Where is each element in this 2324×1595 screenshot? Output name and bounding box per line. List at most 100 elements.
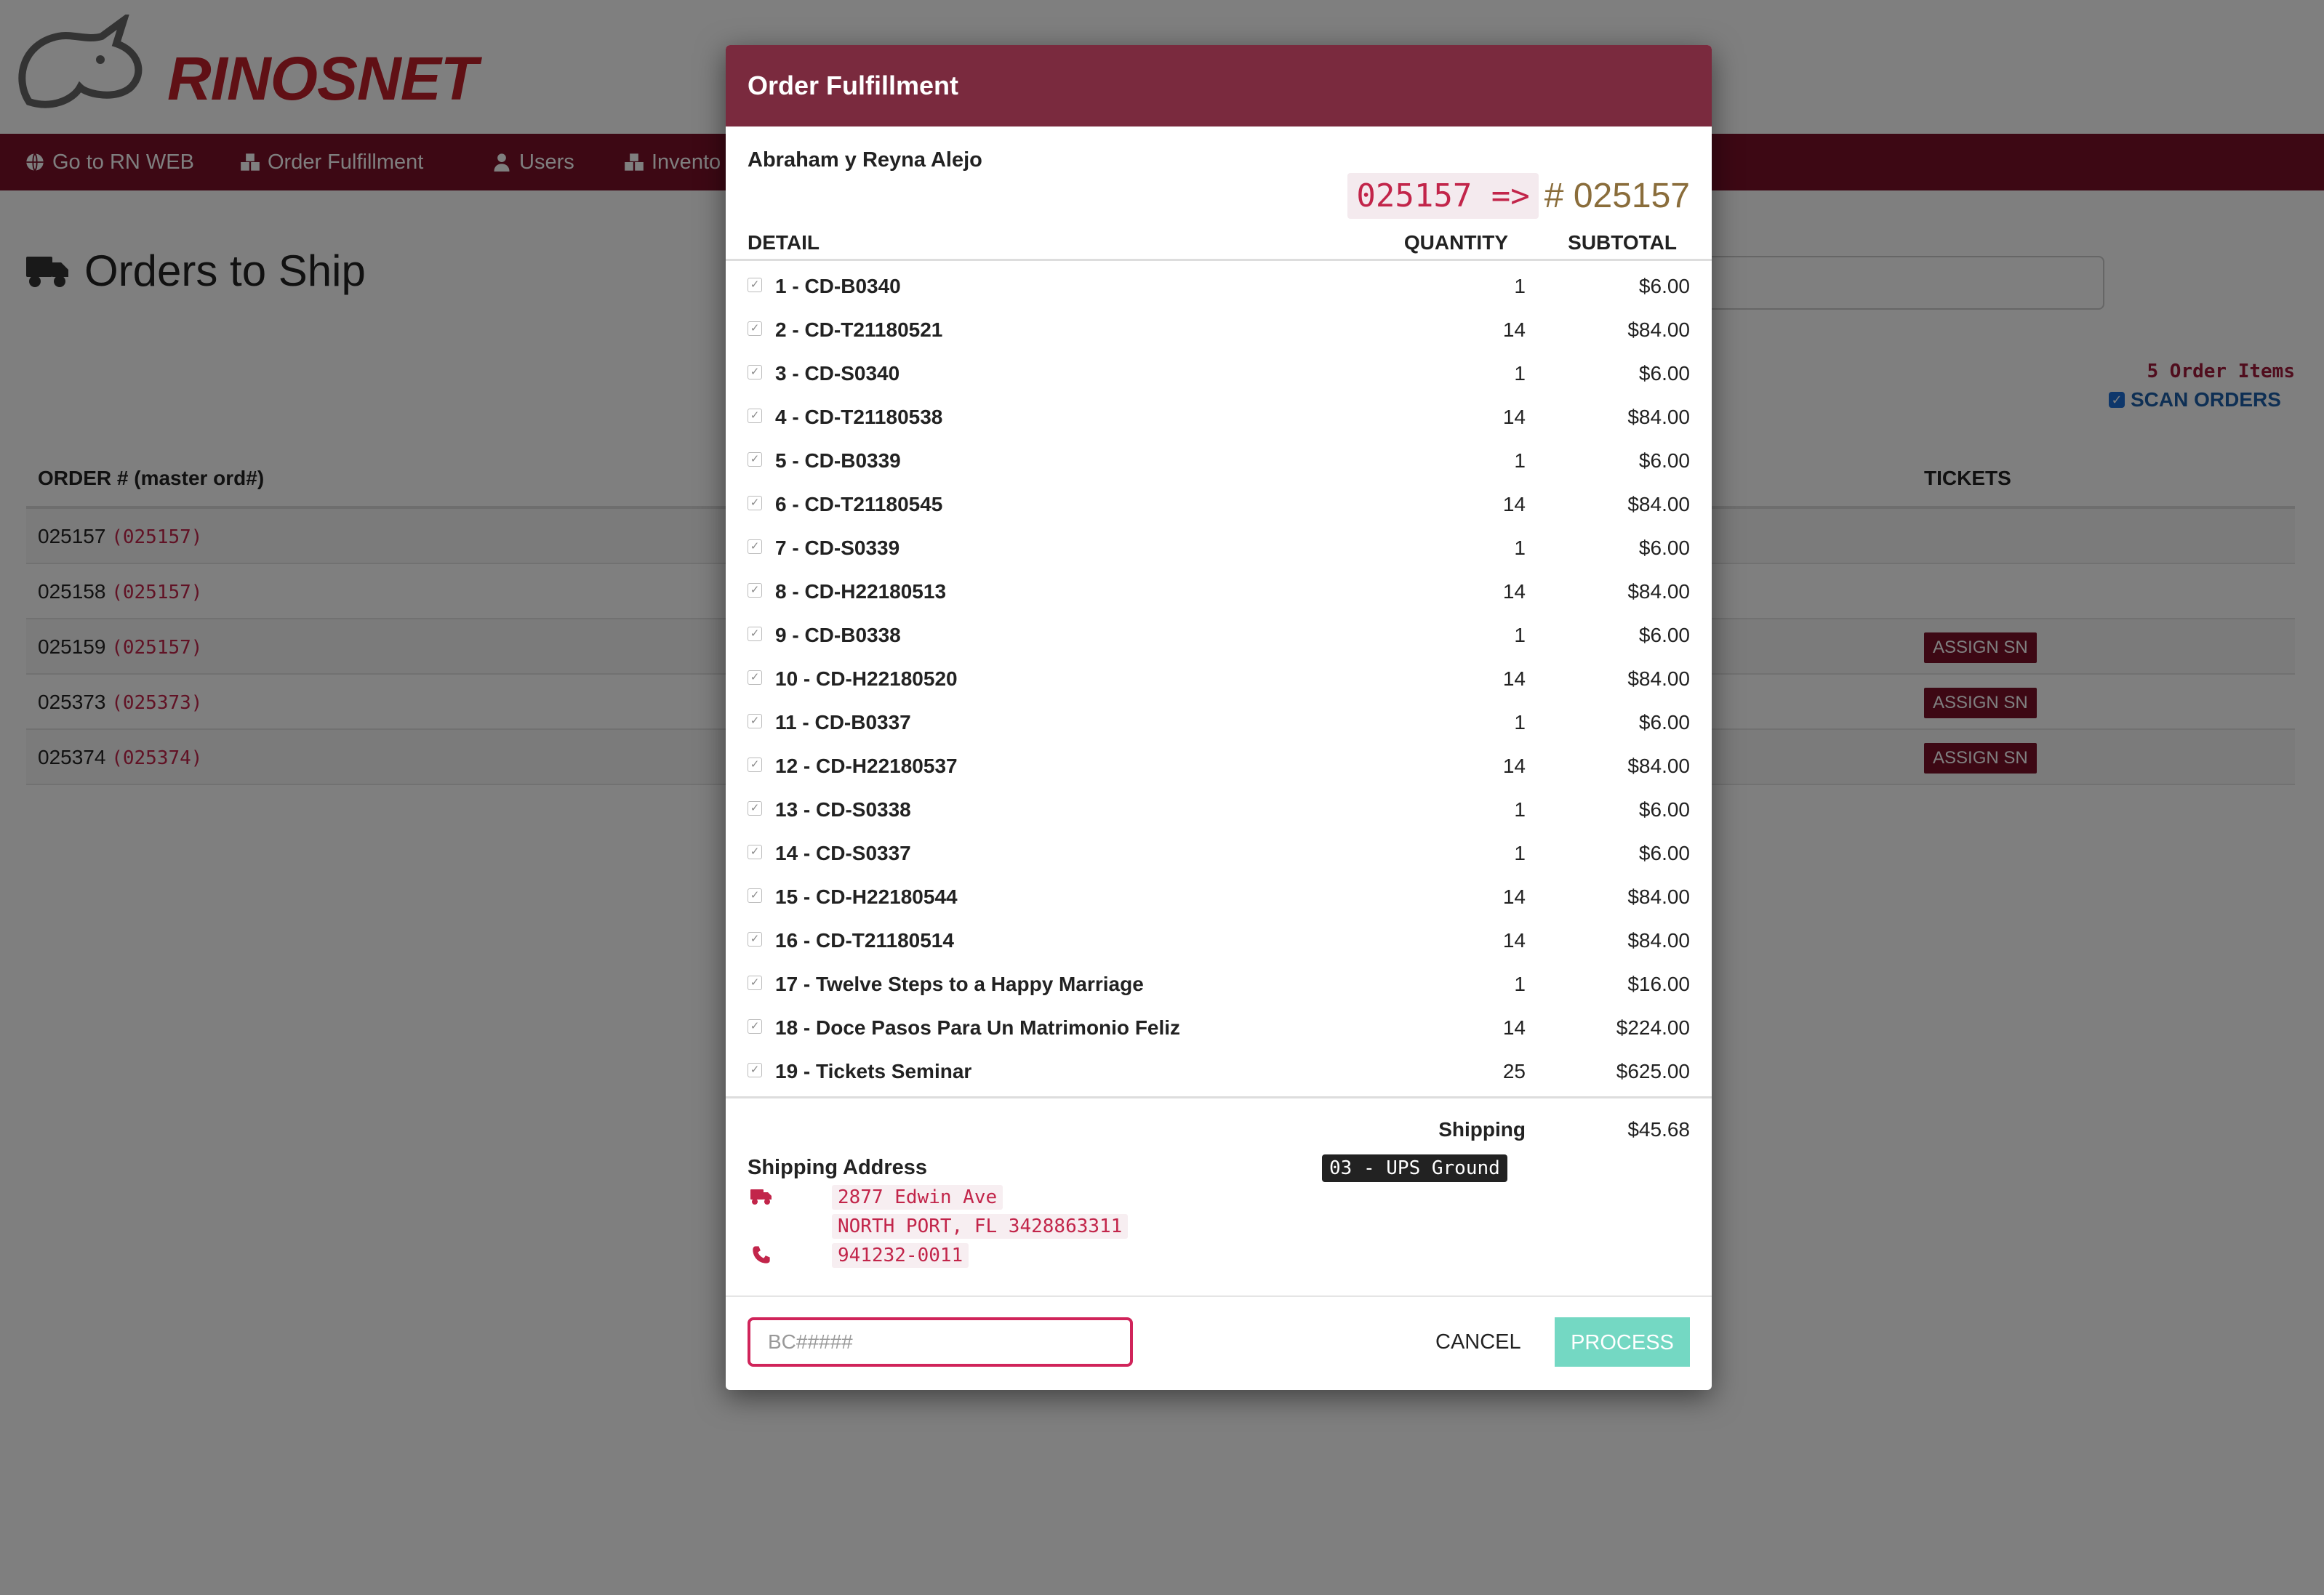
item-label: 16 - CD-T21180514: [775, 929, 954, 952]
item-label: 7 - CD-S0339: [775, 537, 900, 559]
item-subtotal: $84.00: [1627, 667, 1690, 690]
item-checkbox[interactable]: ✓: [748, 845, 762, 859]
item-checkbox[interactable]: ✓: [748, 888, 762, 903]
list-item: ✓ 18 - Doce Pasos Para Un Matrimonio Feli…: [726, 1005, 1712, 1048]
item-checkbox[interactable]: ✓: [748, 1063, 762, 1077]
item-subtotal: $84.00: [1627, 580, 1690, 603]
shipping-label: Shipping: [1438, 1118, 1526, 1141]
modal-title: Order Fulfillment: [726, 45, 1712, 126]
shipping-row: Shipping $45.68: [726, 1106, 1712, 1150]
list-item: ✓ 4 - CD-T21180538 14 $84.00: [726, 394, 1712, 438]
barcode-input[interactable]: [748, 1317, 1133, 1367]
list-item: ✓ 16 - CD-T21180514 14 $84.00: [726, 917, 1712, 961]
item-subtotal: $6.00: [1638, 449, 1690, 472]
item-subtotal: $224.00: [1616, 1016, 1690, 1039]
item-subtotal: $84.00: [1627, 318, 1690, 341]
col-detail-header: DETAIL: [748, 231, 820, 254]
list-item: ✓ 13 - CD-S0338 1 $6.00: [726, 787, 1712, 830]
item-label: 5 - CD-B0339: [775, 449, 901, 472]
item-checkbox[interactable]: ✓: [748, 714, 762, 728]
item-label: 13 - CD-S0338: [775, 798, 911, 821]
item-label: 18 - Doce Pasos Para Un Matrimonio Feliz: [775, 1016, 1181, 1039]
address-line-2: NORTH PORT, FL 3428863311: [832, 1214, 1129, 1239]
list-item: ✓ 5 - CD-B0339 1 $6.00: [726, 438, 1712, 481]
item-quantity: 1: [1514, 449, 1526, 472]
item-checkbox[interactable]: ✓: [748, 539, 762, 554]
item-checkbox[interactable]: ✓: [748, 758, 762, 772]
list-item: ✓ 2 - CD-T21180521 14 $84.00: [726, 307, 1712, 350]
item-label: 15 - CD-H22180544: [775, 885, 958, 908]
address-line-1: 2877 Edwin Ave: [832, 1185, 1003, 1210]
item-subtotal: $6.00: [1638, 842, 1690, 864]
list-item: ✓ 11 - CD-B0337 1 $6.00: [726, 699, 1712, 743]
shipping-value: $45.68: [1627, 1118, 1690, 1141]
item-quantity: 14: [1502, 885, 1526, 908]
items-list: ✓ 1 - CD-B0340 1 $6.00 ✓ 2 - CD-T21180521 14 $8…: [726, 263, 1712, 1092]
item-label: 19 - Tickets Seminar: [775, 1060, 972, 1082]
phone-number: 941232-0011: [832, 1243, 969, 1268]
item-checkbox[interactable]: ✓: [748, 365, 762, 379]
order-number: # 025157: [1544, 177, 1690, 215]
item-subtotal: $6.00: [1638, 711, 1690, 734]
item-label: 9 - CD-B0338: [775, 624, 901, 646]
shipping-address-title: Shipping Address: [748, 1156, 928, 1179]
truck-icon: [750, 1189, 772, 1205]
item-subtotal: $84.00: [1627, 406, 1690, 428]
item-subtotal: $84.00: [1627, 929, 1690, 952]
list-item: ✓ 8 - CD-H22180513 14 $84.00: [726, 569, 1712, 612]
list-item: ✓ 14 - CD-S0337 1 $6.00: [726, 830, 1712, 874]
item-label: 8 - CD-H22180513: [775, 580, 947, 603]
item-subtotal: $6.00: [1638, 537, 1690, 559]
item-quantity: 1: [1514, 842, 1526, 864]
item-quantity: 1: [1514, 624, 1526, 646]
item-subtotal: $6.00: [1638, 624, 1690, 646]
item-checkbox[interactable]: ✓: [748, 496, 762, 510]
item-subtotal: $6.00: [1638, 275, 1690, 297]
order-mapping: 025157 => # 025157: [1347, 173, 1690, 219]
item-quantity: 1: [1514, 798, 1526, 821]
item-checkbox[interactable]: ✓: [748, 409, 762, 423]
item-label: 11 - CD-B0337: [775, 711, 911, 734]
process-button[interactable]: PROCESS: [1555, 1317, 1690, 1367]
item-checkbox[interactable]: ✓: [748, 1019, 762, 1034]
cancel-button[interactable]: CANCEL: [1424, 1319, 1533, 1365]
order-code: 025157 =>: [1347, 173, 1539, 219]
item-quantity: 1: [1514, 537, 1526, 559]
item-quantity: 14: [1502, 929, 1526, 952]
item-quantity: 25: [1502, 1060, 1526, 1082]
item-quantity: 14: [1502, 493, 1526, 515]
item-checkbox[interactable]: ✓: [748, 976, 762, 990]
item-subtotal: $6.00: [1638, 798, 1690, 821]
item-checkbox[interactable]: ✓: [748, 583, 762, 598]
item-checkbox[interactable]: ✓: [748, 801, 762, 816]
item-checkbox[interactable]: ✓: [748, 932, 762, 947]
item-quantity: 1: [1514, 275, 1526, 297]
item-quantity: 14: [1502, 406, 1526, 428]
item-checkbox[interactable]: ✓: [748, 278, 762, 292]
footer-divider: [726, 1295, 1712, 1297]
item-subtotal: $84.00: [1627, 755, 1690, 777]
item-label: 6 - CD-T21180545: [775, 493, 943, 515]
item-subtotal: $16.00: [1627, 973, 1690, 995]
list-item: ✓ 1 - CD-B0340 1 $6.00: [726, 263, 1712, 307]
item-subtotal: $6.00: [1638, 362, 1690, 385]
list-item: ✓ 12 - CD-H22180537 14 $84.00: [726, 743, 1712, 787]
item-quantity: 14: [1502, 755, 1526, 777]
item-checkbox[interactable]: ✓: [748, 321, 762, 336]
item-quantity: 14: [1502, 318, 1526, 341]
item-label: 17 - Twelve Steps to a Happy Marriage: [775, 973, 1144, 995]
item-subtotal: $84.00: [1627, 493, 1690, 515]
item-checkbox[interactable]: ✓: [748, 670, 762, 685]
list-item: ✓ 9 - CD-B0338 1 $6.00: [726, 612, 1712, 656]
list-item: ✓ 15 - CD-H22180544 14 $84.00: [726, 874, 1712, 917]
col-subtotal-header: SUBTOTAL: [1568, 231, 1677, 254]
item-checkbox[interactable]: ✓: [748, 627, 762, 641]
list-item: ✓ 6 - CD-T21180545 14 $84.00: [726, 481, 1712, 525]
item-checkbox[interactable]: ✓: [748, 452, 762, 467]
item-label: 3 - CD-S0340: [775, 362, 900, 385]
shipping-divider: [726, 1096, 1712, 1098]
list-item: ✓ 10 - CD-H22180520 14 $84.00: [726, 656, 1712, 699]
item-quantity: 14: [1502, 1016, 1526, 1039]
col-quantity-header: QUANTITY: [1403, 231, 1508, 254]
item-label: 2 - CD-T21180521: [775, 318, 943, 341]
